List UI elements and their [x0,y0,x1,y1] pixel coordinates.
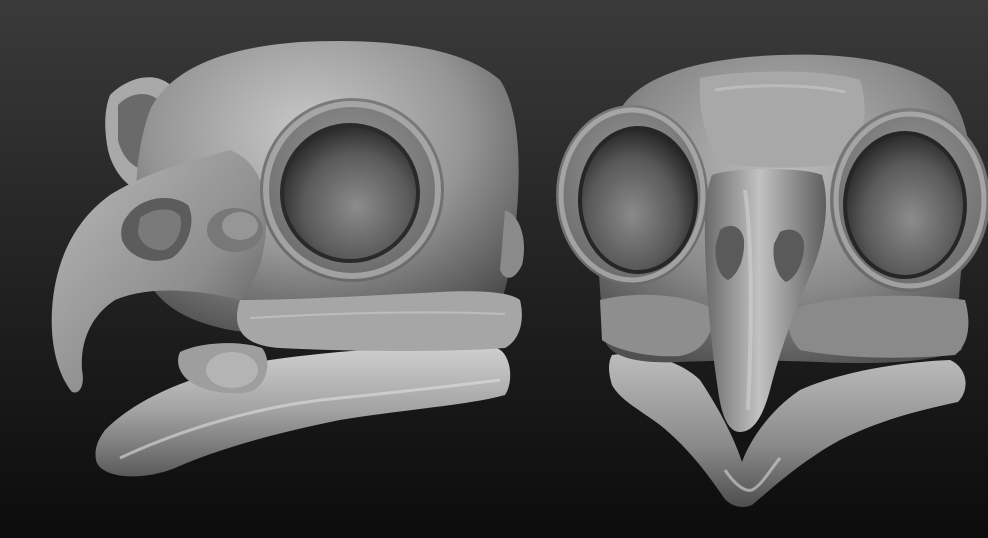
sculpt-viewport[interactable] [0,0,988,538]
jugal-bar [236,291,522,351]
render-canvas [0,0,988,538]
